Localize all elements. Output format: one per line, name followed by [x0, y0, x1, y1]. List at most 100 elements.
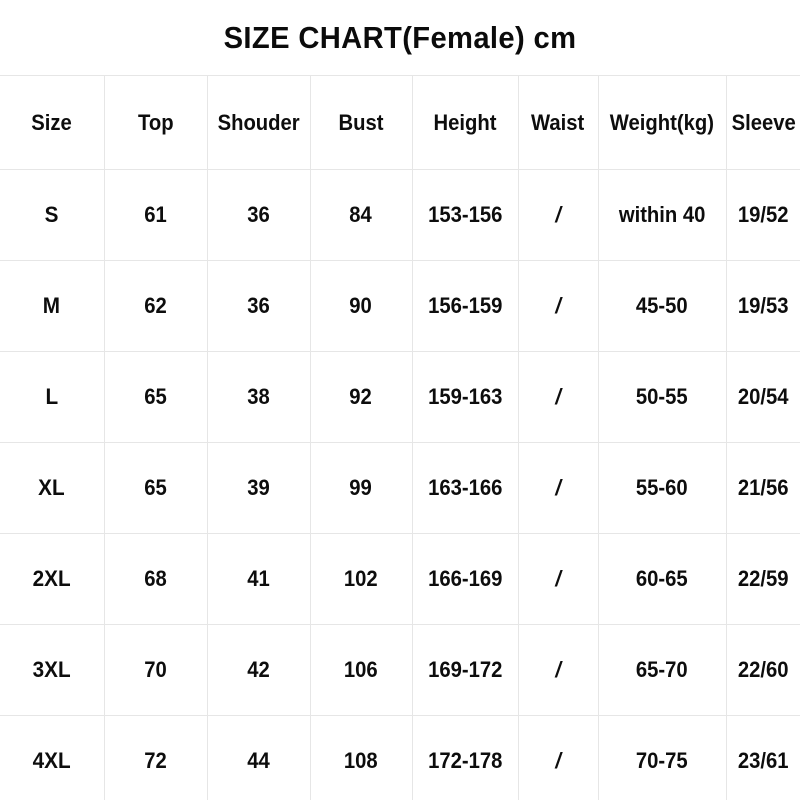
- column-header-sleeve: Sleeve: [726, 75, 800, 170]
- cell-bust: 84: [310, 169, 413, 261]
- cell-shouder: 44: [207, 715, 311, 800]
- cell-shouder-value: 39: [247, 475, 270, 500]
- cell-shouder: 36: [207, 169, 311, 261]
- cell-top: 61: [104, 169, 208, 261]
- cell-shouder: 36: [207, 260, 311, 352]
- cell-weight: 65-70: [598, 624, 727, 716]
- cell-waist: /: [518, 351, 599, 443]
- cell-waist: /: [518, 169, 599, 261]
- cell-height: 156-159: [412, 260, 519, 352]
- cell-sleeve: 23/61: [726, 716, 800, 800]
- cell-height: 159-163: [412, 351, 519, 443]
- cell-weight: 60-65: [598, 533, 727, 625]
- cell-height: 172-178: [412, 715, 519, 800]
- cell-top: 68: [104, 533, 208, 625]
- cell-sleeve: 21/56: [726, 442, 800, 534]
- cell-sleeve-value: 20/54: [737, 384, 789, 409]
- cell-bust: 92: [310, 351, 413, 443]
- cell-size-value: M: [43, 293, 61, 318]
- cell-sleeve-value: 22/60: [737, 657, 789, 682]
- cell-bust: 99: [310, 442, 413, 534]
- cell-bust: 90: [310, 260, 413, 352]
- cell-shouder: 39: [207, 442, 311, 534]
- cell-top-value: 62: [144, 293, 167, 318]
- column-header-size: Size: [0, 75, 105, 170]
- cell-height-value: 153-156: [427, 202, 503, 227]
- cell-height: 166-169: [412, 533, 519, 625]
- cell-weight: 50-55: [598, 351, 727, 443]
- cell-top: 70: [104, 624, 208, 716]
- cell-weight: 45-50: [598, 260, 727, 352]
- column-header-weight-label: Weight(kg): [609, 109, 715, 135]
- cell-bust-value: 99: [349, 475, 373, 500]
- cell-waist-value: /: [555, 293, 561, 318]
- cell-size: XL: [0, 442, 105, 534]
- cell-top-value: 70: [144, 657, 167, 682]
- column-header-height: Height: [412, 75, 519, 170]
- cell-bust-value: 92: [349, 384, 373, 409]
- cell-size: S: [0, 169, 105, 261]
- cell-top: 65: [104, 442, 208, 534]
- cell-shouder-value: 42: [247, 657, 270, 682]
- cell-size: 2XL: [0, 533, 105, 625]
- cell-weight-value: 45-50: [636, 293, 688, 318]
- table-row: 3XL 70 42 106 169-172 / 65-70 22/60: [0, 624, 800, 716]
- cell-shouder-value: 36: [247, 293, 270, 318]
- cell-shouder: 38: [207, 351, 311, 443]
- cell-top-value: 68: [144, 566, 167, 591]
- column-header-shouder: Shouder: [207, 75, 311, 170]
- table-row: XL 65 39 99 163-166 / 55-60 21/56: [0, 442, 800, 534]
- cell-waist: /: [518, 442, 599, 534]
- cell-sleeve-value: 22/59: [737, 566, 789, 591]
- cell-sleeve-value: 19/52: [737, 202, 789, 227]
- cell-waist-value: /: [555, 566, 561, 591]
- cell-size: M: [0, 260, 105, 352]
- cell-size: 3XL: [0, 624, 105, 716]
- cell-sleeve: 20/54: [726, 351, 800, 443]
- table-row: 4XL 72 44 108 172-178 / 70-75 23/61: [0, 715, 800, 800]
- cell-weight: 70-75: [598, 715, 727, 800]
- table-row: L 65 38 92 159-163 / 50-55 20/54: [0, 351, 800, 443]
- cell-waist: /: [518, 533, 599, 625]
- cell-height-value: 169-172: [427, 657, 503, 682]
- cell-height-value: 166-169: [427, 566, 503, 591]
- column-header-weight: Weight(kg): [598, 75, 727, 170]
- cell-size: L: [0, 351, 105, 443]
- column-header-height-label: Height: [433, 109, 497, 135]
- cell-height: 169-172: [412, 624, 519, 716]
- cell-waist-value: /: [555, 657, 561, 682]
- cell-height: 163-166: [412, 442, 519, 534]
- cell-size: 4XL: [0, 715, 105, 800]
- table-row: M 62 36 90 156-159 / 45-50 19/53: [0, 260, 800, 352]
- cell-shouder-value: 36: [247, 202, 270, 227]
- cell-height-value: 163-166: [427, 475, 503, 500]
- column-header-waist: Waist: [518, 75, 599, 170]
- cell-top-value: 72: [144, 748, 167, 773]
- cell-shouder-value: 41: [247, 566, 270, 591]
- cell-shouder-value: 44: [247, 748, 270, 773]
- size-chart-container: SIZE CHART(Female) cm Size Top Shouder B…: [0, 0, 800, 800]
- cell-top: 65: [104, 351, 208, 443]
- cell-sleeve-value: 21/56: [737, 475, 789, 500]
- cell-height: 153-156: [412, 169, 519, 261]
- cell-bust: 102: [310, 533, 413, 625]
- cell-height-value: 159-163: [427, 384, 503, 409]
- size-chart-table: Size Top Shouder Bust Height Waist Weigh…: [0, 75, 800, 800]
- page-title: SIZE CHART(Female) cm: [223, 20, 577, 55]
- cell-size-value: 3XL: [32, 657, 71, 682]
- cell-weight-value: 65-70: [636, 657, 688, 682]
- cell-waist-value: /: [555, 202, 561, 227]
- cell-weight-value: 55-60: [636, 475, 688, 500]
- cell-size-value: 2XL: [32, 566, 71, 591]
- cell-sleeve: 19/52: [726, 169, 800, 261]
- column-header-bust-label: Bust: [338, 109, 384, 135]
- cell-shouder: 42: [207, 624, 311, 716]
- cell-top-value: 65: [144, 475, 167, 500]
- cell-waist: /: [518, 624, 599, 716]
- cell-shouder: 41: [207, 533, 311, 625]
- cell-weight: 55-60: [598, 442, 727, 534]
- cell-top-value: 65: [144, 384, 167, 409]
- column-header-bust: Bust: [310, 75, 413, 170]
- cell-top: 62: [104, 260, 208, 352]
- table-row: S 61 36 84 153-156 / within 40 19/52: [0, 169, 800, 261]
